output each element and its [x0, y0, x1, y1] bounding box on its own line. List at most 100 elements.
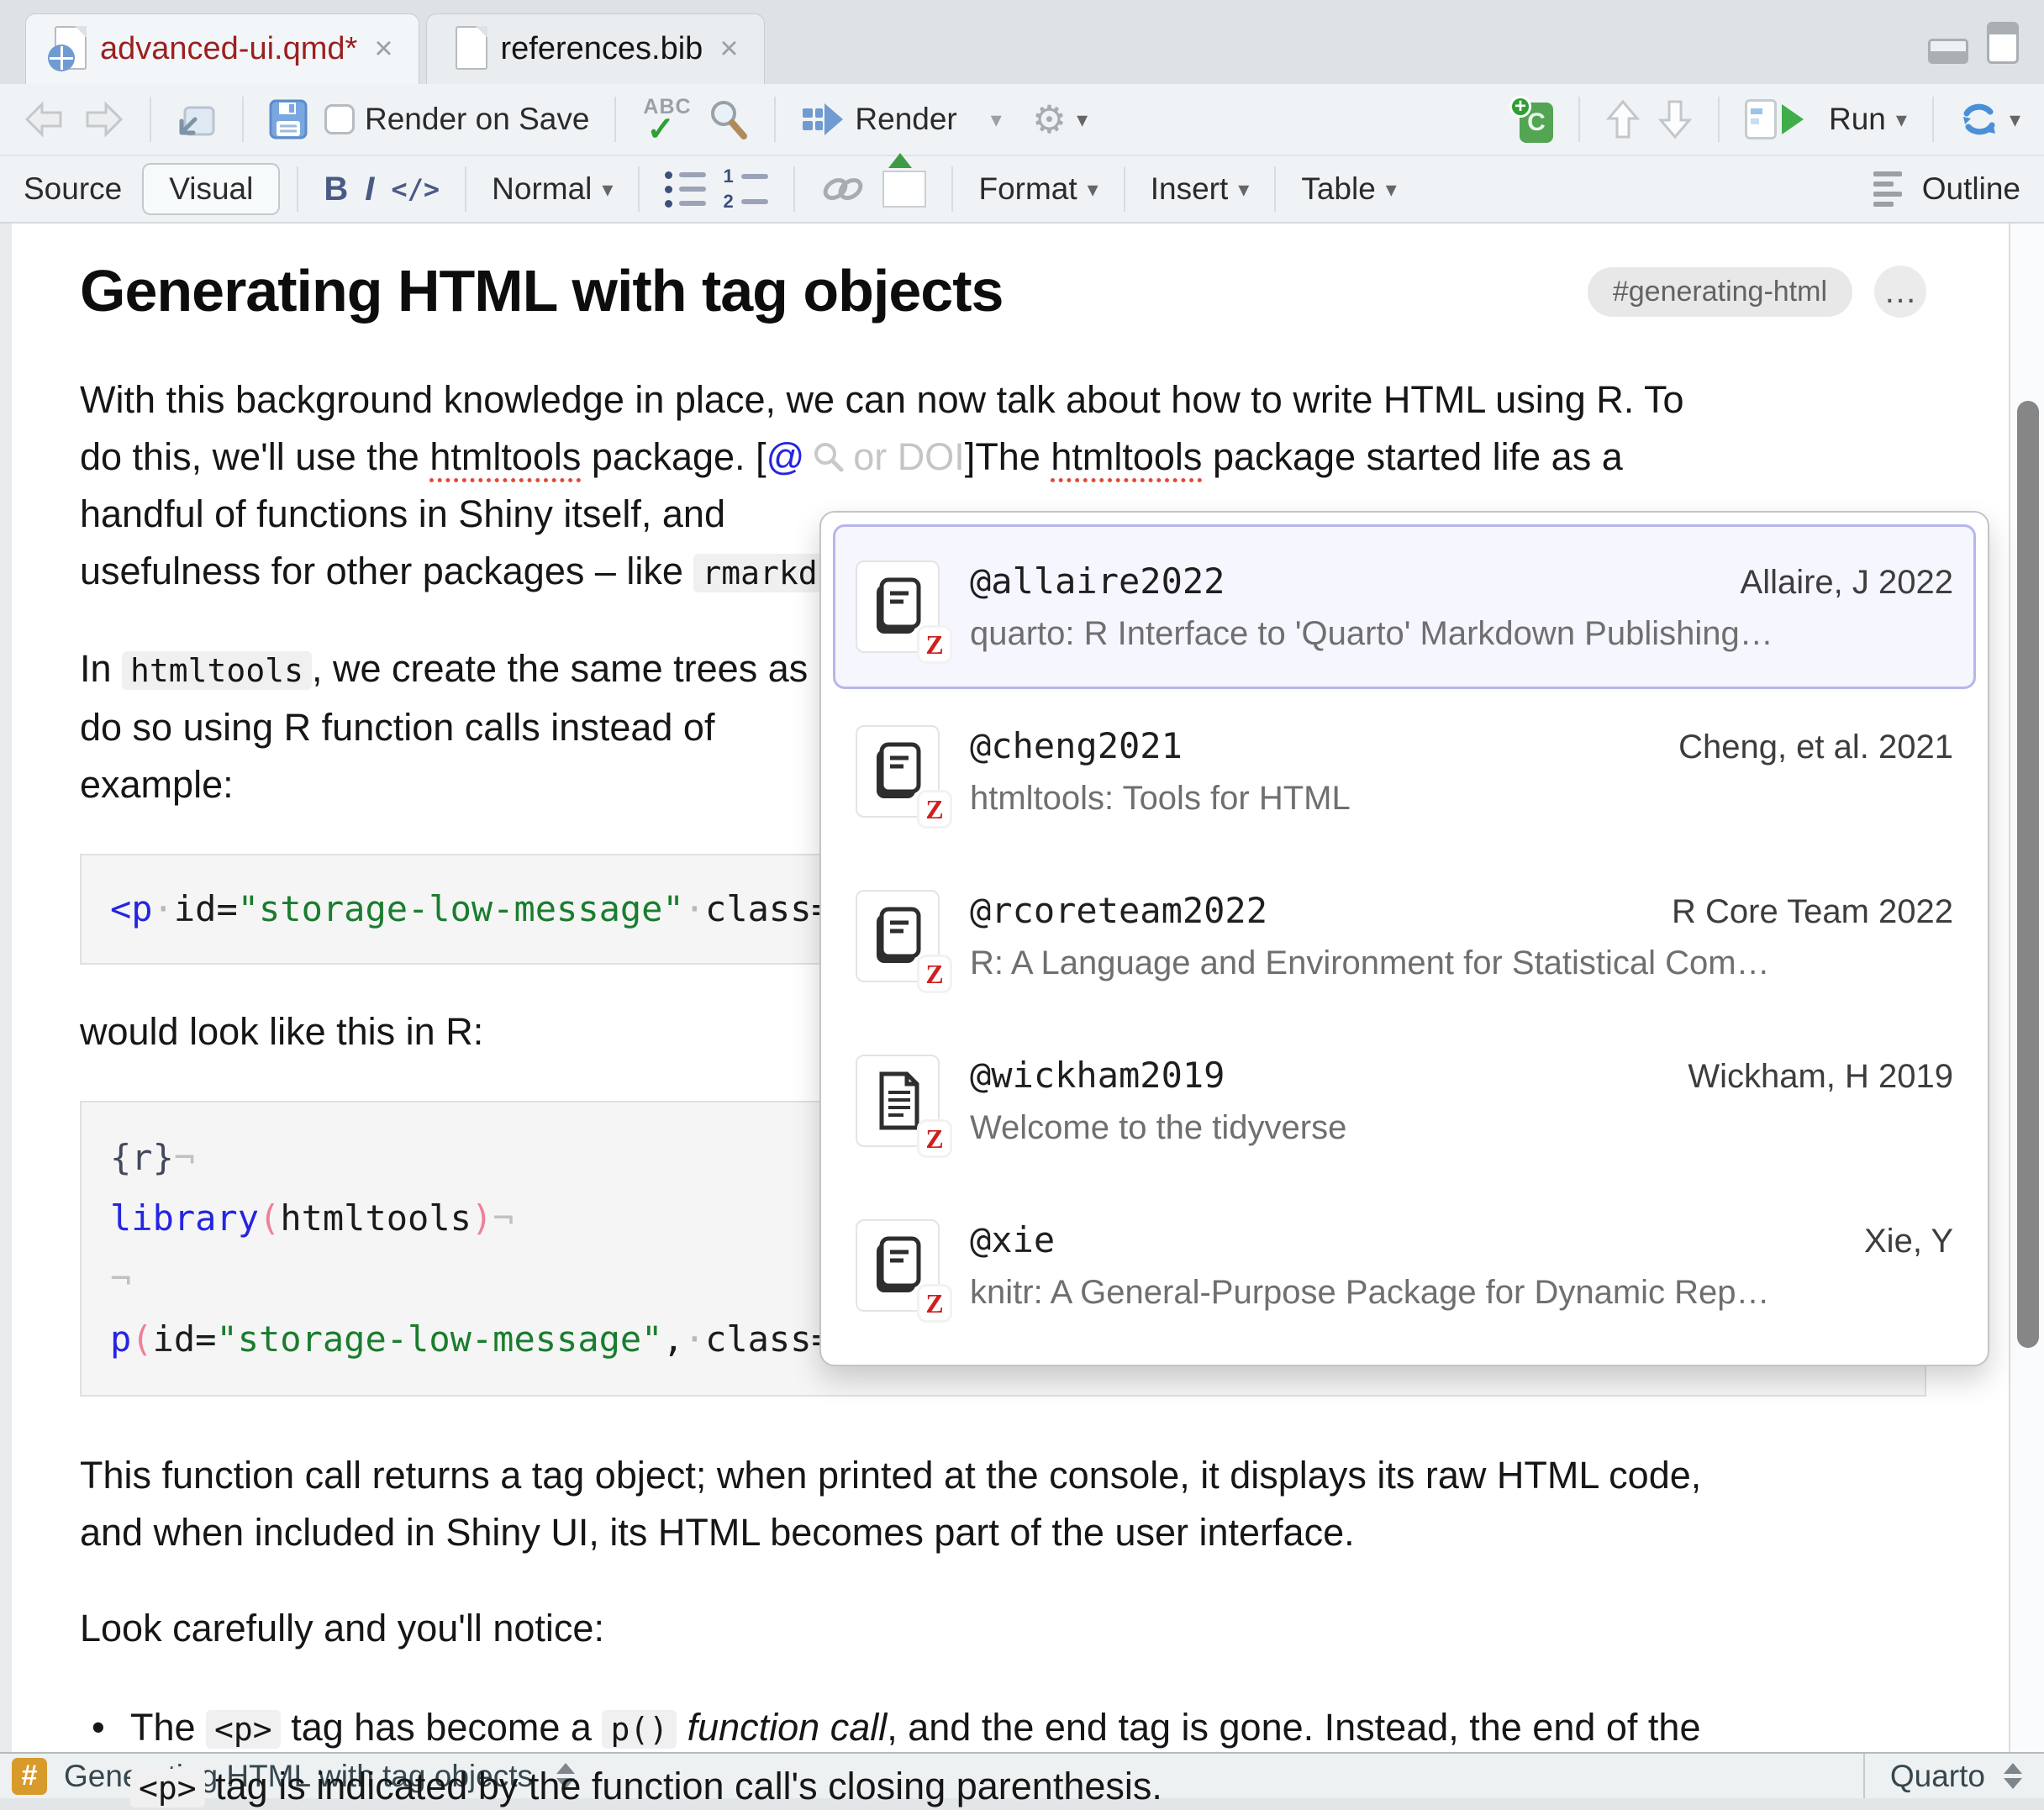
citation-item-allaire2022[interactable]: Z @allaire2022Allaire, J 2022 quarto: R … — [833, 524, 1976, 689]
paragraph: This function call returns a tag object;… — [80, 1447, 1926, 1561]
citation-key: @rcoreteam2022 — [970, 890, 1267, 931]
rerun-button[interactable]: ▾ — [1951, 95, 2029, 144]
inline-code: <p> — [130, 1769, 205, 1807]
render-on-save-checkbox[interactable] — [324, 104, 355, 134]
citation-item-xie[interactable]: Z @xieXie, Y knitr: A General-Purpose Pa… — [833, 1183, 1976, 1348]
file-icon — [449, 26, 487, 73]
toolbar-separator — [297, 166, 298, 212]
search-icon — [707, 97, 749, 141]
rstudio-source-pane: advanced-ui.qmd* × references.bib × — [0, 0, 2044, 1810]
minimize-pane-icon[interactable] — [1928, 39, 1968, 64]
section-more-button[interactable]: … — [1874, 266, 1926, 318]
paragraph-line: Look carefully and you'll notice: — [80, 1600, 1926, 1657]
down-arrow-icon — [1657, 98, 1693, 140]
maximize-pane-icon[interactable] — [1987, 22, 2019, 64]
outline-toggle-button[interactable]: Outline — [1865, 166, 2029, 212]
toolbar-separator — [465, 166, 466, 212]
go-to-previous-section-button[interactable] — [1597, 93, 1649, 145]
tab-references-bib[interactable]: references.bib × — [426, 13, 765, 84]
citation-key: @cheng2021 — [970, 725, 1183, 766]
find-replace-button[interactable] — [698, 92, 757, 146]
reference-icon-box: Z — [856, 560, 940, 653]
bullet-list-icon — [665, 171, 706, 208]
insert-link-button[interactable] — [812, 167, 874, 211]
citation-title: htmltools: Tools for HTML — [970, 780, 1953, 818]
misspelled-word: htmltools — [1051, 435, 1202, 482]
bold-icon: B — [324, 171, 348, 208]
zotero-badge: Z — [919, 792, 950, 826]
vertical-scrollbar[interactable] — [2009, 224, 2044, 1752]
quarto-file-icon — [48, 26, 87, 73]
toolbar-separator — [774, 97, 776, 142]
citation-item-rcoreteam2022[interactable]: Z @rcoreteam2022R Core Team 2022 R: A La… — [833, 854, 1976, 1018]
table-menu-caret: ▾ — [1386, 178, 1397, 200]
bold-button[interactable]: B — [315, 166, 356, 213]
toolbar-separator — [793, 166, 795, 212]
numbered-list-button[interactable]: 1 2 — [714, 162, 777, 216]
code-format-button[interactable]: </> — [382, 168, 448, 210]
reference-icon-box: Z — [856, 890, 940, 982]
forward-button[interactable] — [74, 96, 133, 143]
tab-label: references.bib — [501, 31, 703, 67]
toolbar-separator — [1124, 166, 1125, 212]
run-button[interactable]: Run ▾ — [1736, 94, 1915, 145]
section-anchor-badge: #generating-html — [1588, 267, 1852, 317]
settings-button[interactable]: ⚙ ▾ — [1024, 95, 1096, 144]
back-button[interactable] — [15, 96, 74, 143]
inline-code: htmltools — [122, 651, 312, 690]
toolbar-separator — [1274, 166, 1276, 212]
render-on-save-toggle[interactable]: Render on Save — [316, 97, 598, 142]
go-to-next-section-button[interactable] — [1649, 93, 1701, 145]
insert-image-button[interactable] — [874, 166, 935, 213]
render-label: Render — [855, 102, 956, 137]
close-icon[interactable]: × — [371, 31, 396, 67]
bullet-marker: • — [80, 1699, 130, 1810]
italic-button[interactable]: I — [356, 166, 382, 213]
citation-key: @allaire2022 — [970, 560, 1225, 602]
citation-author: Cheng, et al. 2021 — [1678, 729, 1953, 766]
citation-item-wickham2019[interactable]: Z @wickham2019Wickham, H 2019 Welcome to… — [833, 1018, 1976, 1183]
tab-advanced-ui-qmd[interactable]: advanced-ui.qmd* × — [25, 13, 419, 84]
close-icon[interactable]: × — [716, 31, 741, 67]
visual-editor-canvas[interactable]: Generating HTML with tag objects #genera… — [0, 224, 2044, 1752]
popout-icon — [176, 101, 217, 138]
insert-menu-caret: ▾ — [1238, 178, 1249, 200]
scrollbar-thumb[interactable] — [2017, 401, 2039, 1348]
visual-mode-button[interactable]: Visual — [142, 163, 280, 215]
table-menu[interactable]: Table▾ — [1293, 166, 1405, 212]
open-in-new-window-button[interactable] — [168, 96, 225, 143]
insert-chunk-button[interactable]: C + — [1501, 91, 1562, 148]
source-mode-button[interactable]: Source — [15, 166, 130, 212]
spellcheck-button[interactable]: ABC ✓ — [633, 90, 698, 149]
up-arrow-icon — [1605, 98, 1641, 140]
reference-icon-box: Z — [856, 1219, 940, 1312]
paragraph-line: do this, we'll use the htmltools package… — [80, 429, 1926, 486]
book-icon — [870, 1234, 925, 1297]
paragraph: Look carefully and you'll notice: — [80, 1600, 1926, 1657]
insert-chunk-icon: C + — [1509, 96, 1553, 143]
inline-code: p() — [602, 1710, 677, 1749]
toolbar-separator — [1718, 97, 1720, 142]
format-menu[interactable]: Format▾ — [970, 166, 1106, 212]
inline-code: <p> — [206, 1710, 281, 1749]
render-options-caret[interactable]: ▾ — [991, 108, 1002, 130]
page-title: Generating HTML with tag objects — [80, 257, 1003, 324]
citation-author: Allaire, J 2022 — [1741, 564, 1953, 602]
run-pane-icon — [1745, 99, 1777, 139]
rerun-icon — [1959, 100, 1999, 139]
render-button[interactable]: Render — [793, 97, 965, 142]
link-icon — [820, 172, 866, 206]
zotero-badge: Z — [919, 628, 950, 661]
paragraph-style-select[interactable]: Normal ▾ — [483, 166, 621, 212]
pane-window-controls — [1928, 22, 2019, 64]
toolbar-separator — [1932, 97, 1934, 142]
back-arrow-icon — [24, 101, 66, 138]
save-button[interactable] — [261, 94, 316, 145]
bullet-list-button[interactable] — [656, 166, 714, 213]
citation-item-cheng2021[interactable]: Z @cheng2021 Cheng, et al. 2021 htmltools… — [833, 689, 1976, 854]
save-icon — [269, 99, 308, 139]
toolbar-separator — [242, 97, 244, 142]
insert-menu[interactable]: Insert▾ — [1142, 166, 1258, 212]
citation-key: @wickham2019 — [970, 1055, 1225, 1096]
citation-placeholder[interactable]: or DOI — [853, 435, 965, 478]
